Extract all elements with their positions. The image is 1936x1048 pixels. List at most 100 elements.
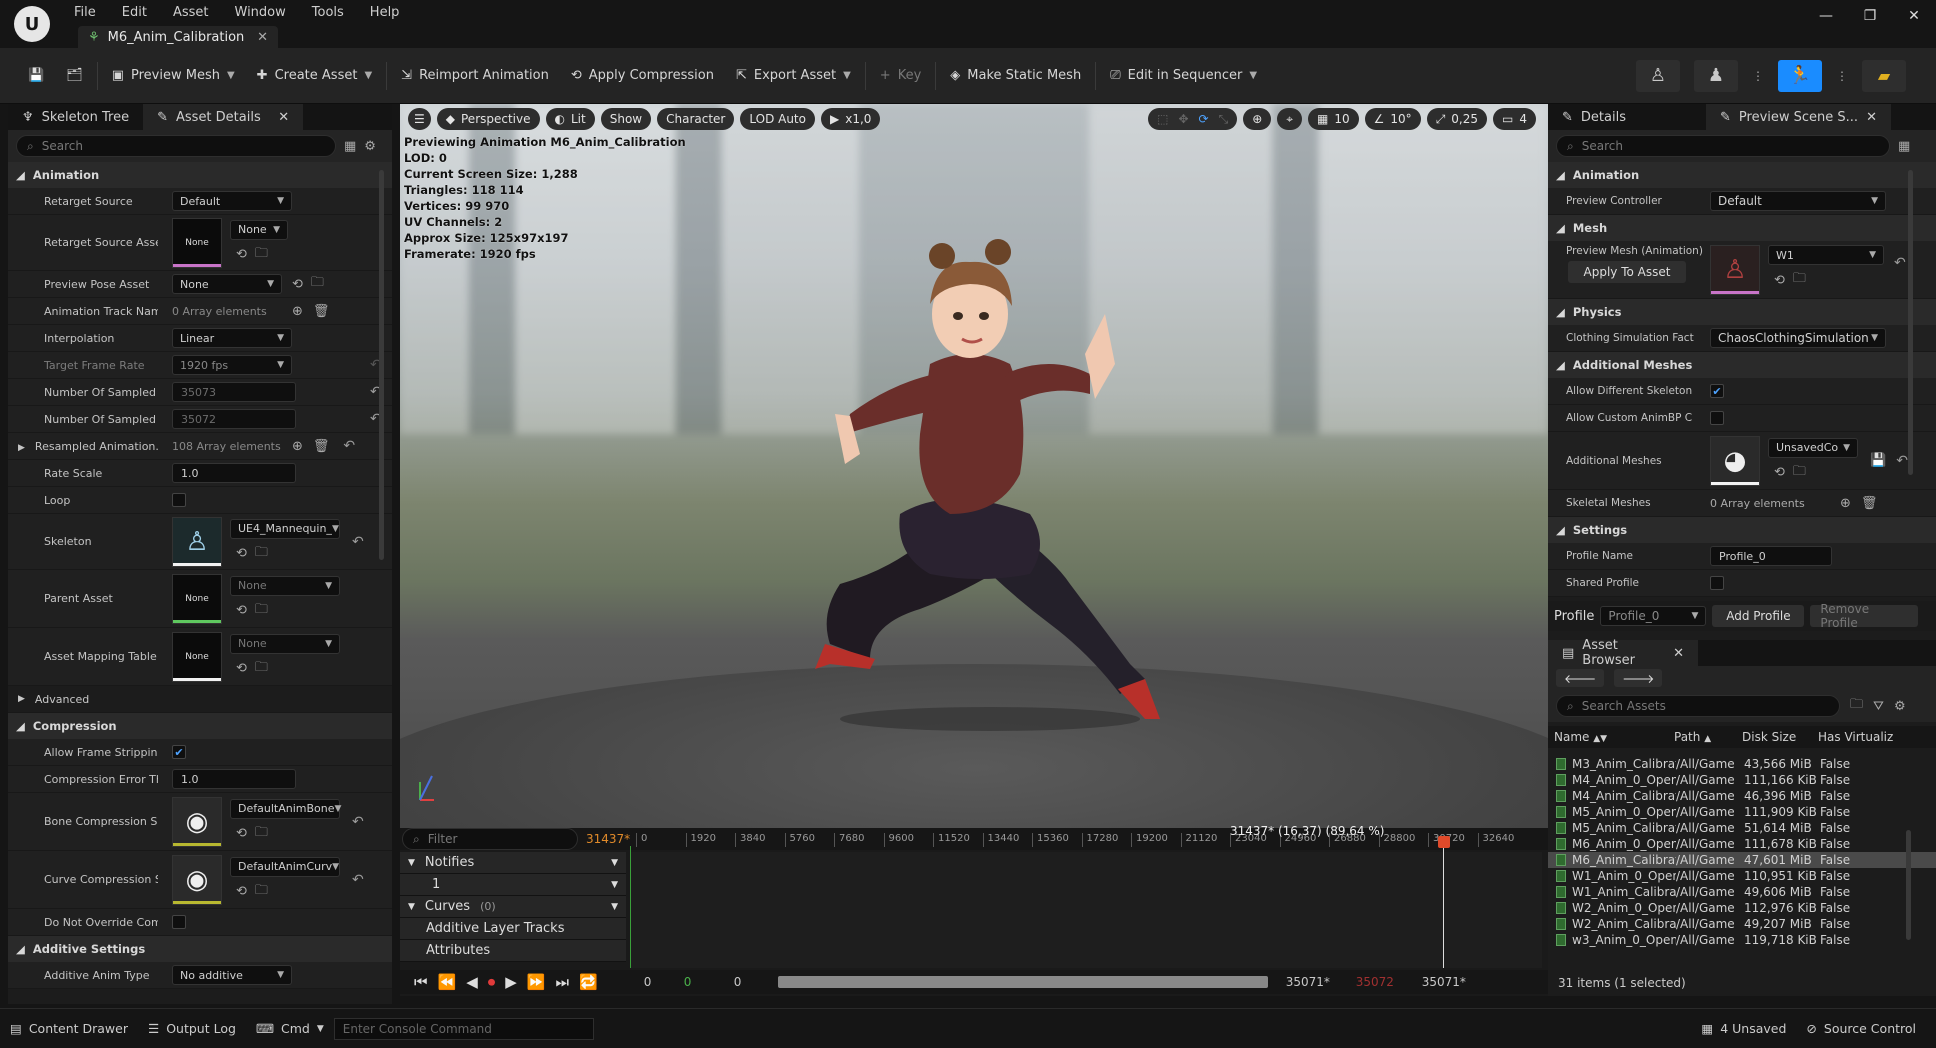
playhead-line[interactable] (1443, 846, 1444, 968)
sampled-keys-field[interactable]: 35073 (172, 382, 296, 402)
asset-row[interactable]: w3_Anim_0_Open/All/Game 119,718 KiB False (1548, 932, 1936, 948)
profile-combo[interactable]: Profile_0 ▼ (1600, 606, 1707, 626)
section-settings[interactable]: ◢ Settings (1548, 517, 1936, 543)
retarget-source-combo[interactable]: Default ▼ (172, 191, 292, 211)
show-button[interactable]: Show (600, 108, 652, 130)
allow-different-skeleton-checkbox[interactable]: ✔ (1710, 384, 1724, 398)
apply-to-asset-button[interactable]: Apply To Asset (1568, 261, 1686, 283)
parent-asset-combo[interactable]: None ▼ (230, 575, 340, 596)
timeline-ruler[interactable]: 0 1920 3840 5760 7680 9600 11520 13440 15360 1728… (636, 828, 1536, 850)
shared-profile-checkbox[interactable] (1710, 576, 1724, 590)
unsaved-button[interactable]: ▦ 4 Unsaved (1691, 1016, 1796, 1042)
grid-snap-button[interactable]: ▦ 10 (1308, 108, 1359, 130)
additive-type-combo[interactable]: No additive ▼ (172, 965, 292, 985)
animation-mode-button[interactable]: 🏃 (1778, 59, 1822, 92)
preview-mesh-combo[interactable]: W1 ▼ (1768, 245, 1884, 265)
close-tab-icon[interactable]: ✕ (278, 110, 289, 125)
asset-row[interactable]: M5_Anim_0_Open/All/Game 111,909 KiB False (1548, 804, 1936, 820)
working-start-field[interactable]: 0 (684, 975, 734, 989)
asset-row[interactable]: W1_Anim_Calibrat/All/Game 49,606 MiB False (1548, 884, 1936, 900)
use-selected-icon[interactable]: ⟲ (236, 884, 247, 899)
section-mesh[interactable]: ◢ Mesh (1548, 215, 1936, 241)
create-asset-button[interactable]: ✚ Create Asset ▼ (249, 61, 380, 91)
timeline-scroll-thumb[interactable] (777, 976, 1268, 988)
more-icon[interactable]: ⋮ (1752, 69, 1764, 83)
bone-compression-combo[interactable]: DefaultAnimBone ▼ (230, 798, 341, 819)
skeleton-thumbnail[interactable]: ♙ (172, 516, 222, 567)
menu-tools[interactable]: Tools (312, 5, 344, 20)
content-drawer-button[interactable]: ▤ Content Drawer (0, 1016, 138, 1042)
settings-gear-icon[interactable]: ⚙ (364, 139, 376, 154)
use-selected-icon[interactable]: ⟲ (1774, 465, 1785, 480)
export-asset-button[interactable]: ⇱ Export Asset ▼ (728, 61, 859, 91)
character-figure[interactable] (800, 214, 1160, 734)
filter-icon[interactable]: ⛛ (1873, 699, 1884, 714)
column-virtualized[interactable]: Has Virtualiz (1818, 730, 1918, 744)
reimport-button[interactable]: ⇲ Reimport Animation (393, 61, 557, 91)
asset-search-input[interactable]: ⌕ Search Assets (1556, 695, 1840, 717)
playback-start-field[interactable]: 0 (734, 975, 774, 989)
asset-thumbnail[interactable]: None (172, 573, 222, 624)
track-curves[interactable]: ▼ Curves (0) ▼ (400, 896, 626, 918)
asset-thumbnail[interactable]: None (172, 631, 222, 682)
current-frame-field[interactable]: 31437* (586, 832, 630, 846)
track-area[interactable] (630, 852, 1542, 968)
close-tab-icon[interactable]: ✕ (1673, 646, 1684, 661)
asset-thumbnail[interactable]: ◉ (172, 854, 222, 905)
character-button[interactable]: Character (657, 108, 735, 130)
delete-icon[interactable]: 🗑 (313, 304, 330, 319)
add-element-icon[interactable]: ⊕ (1840, 496, 1851, 511)
reset-arrow-icon[interactable]: ↶ (1896, 453, 1908, 469)
key-button[interactable]: + Key (872, 61, 929, 91)
asset-browser-scrollbar[interactable] (1906, 830, 1911, 940)
surface-snap-button[interactable]: ⌖ (1277, 108, 1303, 130)
add-element-icon[interactable]: ⊕ (292, 304, 303, 319)
preview-viewport[interactable]: ☰ ◆ Perspective ◐ Lit Show Character LOD A… (400, 104, 1548, 828)
browse-folder-icon[interactable]: 🗀 (311, 273, 324, 295)
working-end-field[interactable]: 35072 (1356, 975, 1422, 989)
track-attributes[interactable]: Attributes (400, 940, 626, 962)
menu-asset[interactable]: Asset (173, 5, 209, 20)
reset-arrow-icon[interactable]: ↶ (352, 534, 364, 550)
playhead-handle[interactable] (1438, 836, 1450, 848)
minimize-button[interactable]: — (1804, 0, 1848, 32)
cmd-button[interactable]: ⌨ Cmd ▼ (246, 1016, 334, 1042)
menu-edit[interactable]: Edit (122, 5, 147, 20)
caret-right-icon[interactable]: ▶ (18, 443, 25, 453)
track-notifies[interactable]: ▼ Notifies ▼ (400, 852, 626, 874)
save-button[interactable]: 💾 (20, 61, 52, 91)
output-log-button[interactable]: ☰ Output Log (138, 1016, 246, 1042)
additional-meshes-combo[interactable]: UnsavedCo ▼ (1768, 437, 1858, 458)
asset-thumbnail[interactable]: None (172, 217, 222, 268)
asset-row[interactable]: M6_Anim_Calibrat/All/Game 47,601 MiB False (1548, 852, 1936, 868)
perspective-button[interactable]: ◆ Perspective (436, 108, 540, 130)
timeline-filter-input[interactable]: ⌕ Filter (402, 828, 578, 850)
camera-speed-button[interactable]: ▭ 4 (1493, 108, 1536, 130)
section-physics[interactable]: ◢ Physics (1548, 299, 1936, 325)
delete-icon[interactable]: 🗑 (313, 439, 330, 454)
additional-meshes-thumbnail[interactable]: ◕ (1710, 435, 1760, 486)
viewport-menu-button[interactable]: ☰ (408, 108, 431, 130)
blueprint-mode-button[interactable]: ▰ (1862, 59, 1906, 92)
asset-thumbnail[interactable]: ◉ (172, 796, 222, 847)
tab-asset-browser[interactable]: ▤ Asset Browser ✕ (1548, 638, 1698, 668)
scale-snap-button[interactable]: ⤢ 0,25 (1426, 108, 1488, 130)
details-search-input[interactable]: ⌕ Search (1556, 135, 1890, 157)
delete-icon[interactable]: 🗑 (1861, 496, 1878, 511)
unreal-logo-icon[interactable]: U (14, 6, 50, 42)
asset-row[interactable]: M4_Anim_Calibrat/All/Game 46,396 MiB False (1548, 788, 1936, 804)
tab-asset-details[interactable]: ✎ Asset Details ✕ (143, 104, 304, 130)
view-end-field[interactable]: 35071* (1422, 975, 1466, 989)
close-tab-icon[interactable]: ✕ (1866, 110, 1877, 125)
column-path[interactable]: Path ▲ (1674, 730, 1742, 744)
tab-skeleton-tree[interactable]: ♆ Skeleton Tree (8, 104, 143, 130)
reset-arrow-icon[interactable]: ↶ (352, 814, 364, 830)
back-button[interactable]: 🡐 (1556, 669, 1605, 687)
rotate-icon[interactable]: ⟳ (1199, 112, 1209, 126)
add-element-icon[interactable]: ⊕ (292, 439, 303, 454)
section-advanced[interactable]: ▶ Advanced (8, 686, 392, 713)
chevron-down-icon[interactable]: ▼ (611, 902, 618, 912)
use-selected-icon[interactable]: ⟲ (236, 661, 247, 676)
left-search-input[interactable]: ⌕ Search (16, 135, 336, 157)
reset-arrow-icon[interactable]: ↶ (1894, 255, 1906, 271)
